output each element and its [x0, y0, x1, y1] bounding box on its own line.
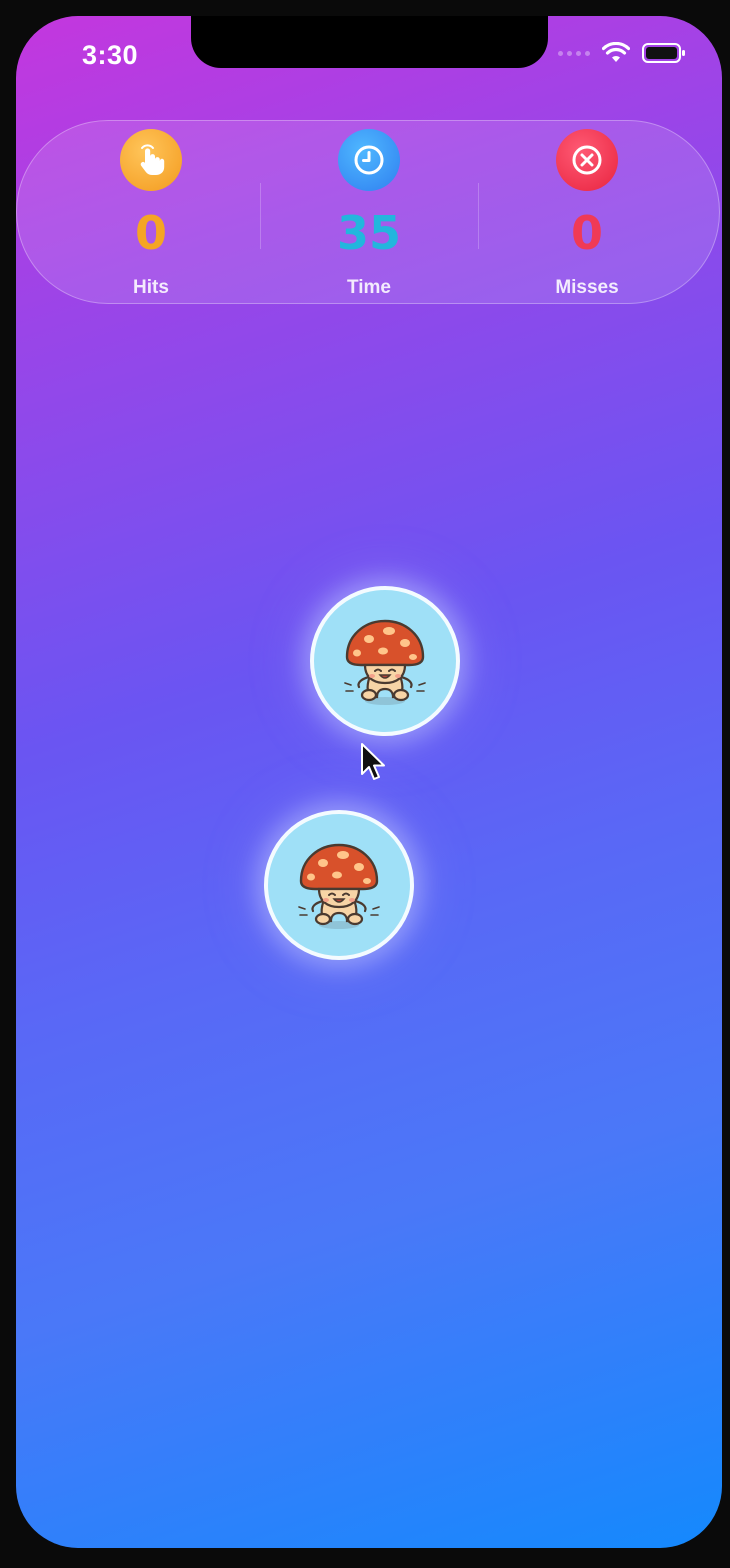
hits-label: Hits: [133, 277, 169, 298]
mushroom-target[interactable]: [310, 586, 460, 736]
status-time: 3:30: [82, 40, 139, 70]
device-notch: [191, 16, 548, 68]
game-screen[interactable]: 3:30 0 Hits 35 Time 0 Misses: [16, 16, 722, 1548]
battery-icon: [642, 43, 685, 63]
hits-stat: 0 Hits: [42, 121, 260, 305]
clock-icon: [338, 129, 400, 191]
tap-hand-icon: [120, 129, 182, 191]
cellular-signal-icon: [558, 50, 590, 56]
mouse-pointer-icon: [361, 743, 385, 780]
time-label: Time: [346, 277, 391, 298]
misses-label: Misses: [555, 277, 619, 298]
mushroom-target[interactable]: [264, 810, 414, 960]
misses-value: 0: [570, 206, 603, 260]
mushroom-character-icon: [344, 619, 426, 705]
misses-stat: 0 Misses: [478, 121, 696, 305]
score-hud: 0 Hits 35 Time 0 Misses: [16, 120, 720, 304]
mushroom-character-icon: [298, 843, 380, 929]
hits-value: 0: [134, 206, 167, 260]
wifi-icon: [602, 42, 630, 62]
device-frame: 3:30 0 Hits 35 Time 0 Misses: [0, 0, 730, 1568]
time-value: 35: [336, 206, 401, 260]
close-circle-icon: [556, 129, 618, 191]
time-stat: 35 Time: [260, 121, 478, 305]
status-icons: [558, 42, 686, 64]
